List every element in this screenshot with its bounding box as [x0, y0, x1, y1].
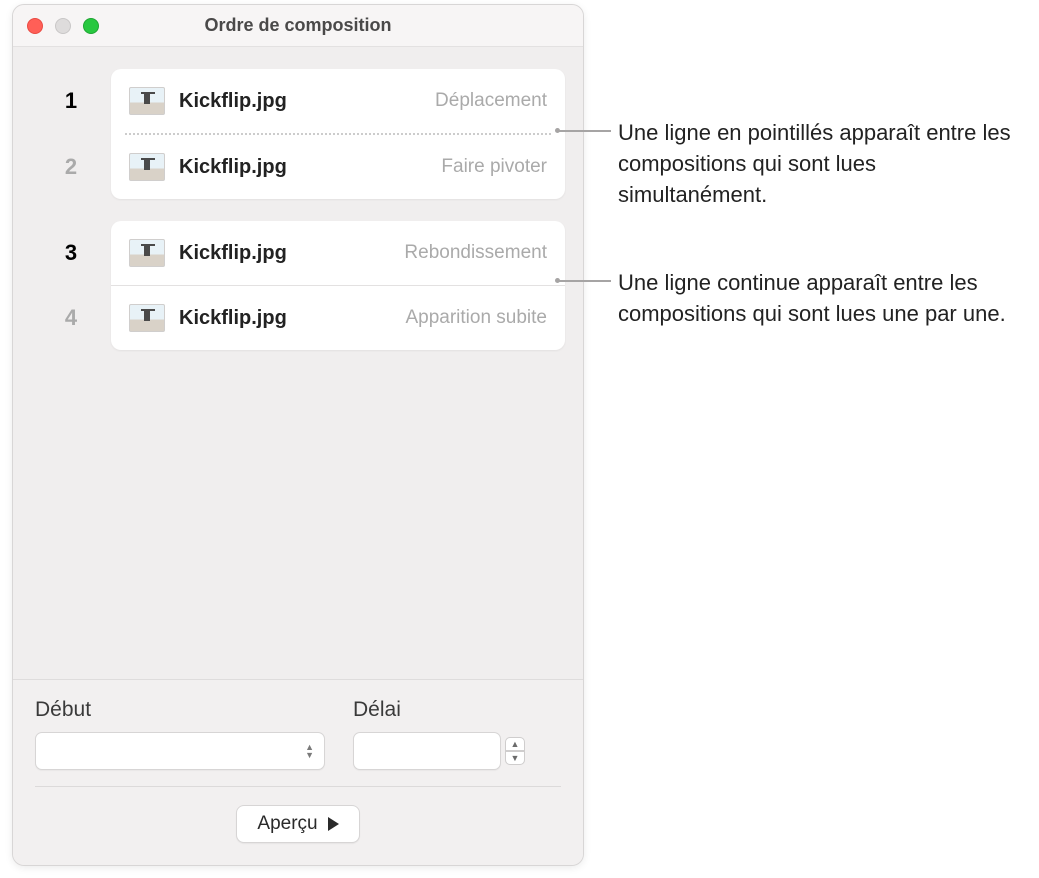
filename-label: Kickflip.jpg: [179, 156, 441, 179]
close-button[interactable]: [27, 18, 43, 34]
separator: [35, 786, 561, 787]
stepper-up-button[interactable]: ▲: [505, 737, 525, 751]
chevron-updown-icon: ▲▼: [301, 741, 318, 761]
sequential-group: 3 Kickflip.jpg Rebondissement 4 Kickflip…: [111, 221, 565, 350]
simultaneous-group: 1 Kickflip.jpg Déplacement 2 Kickflip.jp…: [111, 69, 565, 199]
delay-label: Délai: [353, 698, 525, 722]
play-icon: [328, 817, 339, 831]
row-index: 4: [51, 286, 91, 350]
thumbnail-icon: [129, 153, 165, 181]
thumbnail-icon: [129, 304, 165, 332]
titlebar[interactable]: Ordre de composition: [13, 5, 583, 47]
traffic-lights: [27, 18, 99, 34]
annotation-solid: Une ligne continue apparaît entre les co…: [618, 268, 1028, 330]
list-row[interactable]: 1 Kickflip.jpg Déplacement: [111, 69, 565, 133]
stepper-down-button[interactable]: ▼: [505, 751, 525, 765]
preview-button-label: Aperçu: [257, 813, 317, 835]
thumbnail-icon: [129, 87, 165, 115]
filename-label: Kickflip.jpg: [179, 90, 435, 113]
bottom-panel: Début ▲▼ Délai ▲ ▼: [13, 679, 583, 865]
filename-label: Kickflip.jpg: [179, 242, 404, 265]
zoom-button[interactable]: [83, 18, 99, 34]
composition-list: 1 Kickflip.jpg Déplacement 2 Kickflip.jp…: [13, 47, 583, 679]
effect-label: Déplacement: [435, 90, 547, 112]
delay-stepper: ▲ ▼: [505, 737, 525, 765]
callout-leader: [556, 130, 611, 132]
preview-button[interactable]: Aperçu: [236, 805, 359, 843]
minimize-button[interactable]: [55, 18, 71, 34]
list-row[interactable]: 3 Kickflip.jpg Rebondissement: [111, 221, 565, 285]
delay-field: Délai ▲ ▼: [353, 698, 525, 770]
effect-label: Faire pivoter: [441, 156, 547, 178]
effect-label: Rebondissement: [404, 242, 547, 264]
row-index: 2: [51, 135, 91, 199]
build-order-window: Ordre de composition 1 Kickflip.jpg Dépl…: [12, 4, 584, 866]
thumbnail-icon: [129, 239, 165, 267]
start-field: Début ▲▼: [35, 698, 325, 770]
list-row[interactable]: 4 Kickflip.jpg Apparition subite: [111, 286, 565, 350]
delay-input[interactable]: [353, 732, 501, 770]
start-select[interactable]: ▲▼: [35, 732, 325, 770]
filename-label: Kickflip.jpg: [179, 307, 405, 330]
annotation-dotted: Une ligne en pointillés apparaît entre l…: [618, 118, 1028, 210]
list-row[interactable]: 2 Kickflip.jpg Faire pivoter: [111, 135, 565, 199]
start-label: Début: [35, 698, 325, 722]
callout-leader: [556, 280, 611, 282]
effect-label: Apparition subite: [405, 307, 547, 329]
row-index: 3: [51, 221, 91, 285]
row-index: 1: [51, 69, 91, 133]
